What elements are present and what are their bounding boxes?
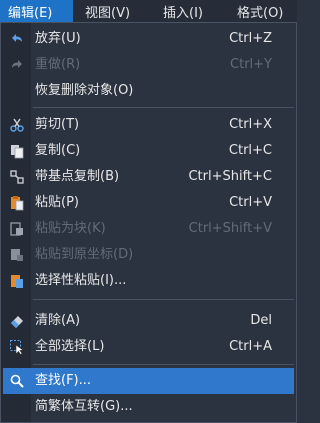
app-window: 编辑(E) 视图(V) 插入(I) 格式(O) 放弃(U) Ctrl+Z 重做(…	[0, 0, 297, 423]
menu-item-redo[interactable]: 重做(R) Ctrl+Y	[1, 52, 296, 78]
menu-edit[interactable]: 编辑(E)	[0, 0, 73, 22]
menu-item-copy[interactable]: 复制(C) Ctrl+C	[1, 138, 296, 164]
eraser-icon	[9, 313, 25, 329]
menu-view[interactable]: 视图(V)	[73, 0, 153, 22]
menu-item-undo[interactable]: 放弃(U) Ctrl+Z	[1, 26, 296, 52]
copy-icon	[9, 143, 25, 159]
edit-dropdown-menu: 放弃(U) Ctrl+Z 重做(R) Ctrl+Y 恢复删除对象(O) 剪切(T…	[0, 22, 297, 423]
menu-item-shortcut: Ctrl+Y	[230, 57, 272, 72]
paste-special-icon	[9, 273, 25, 289]
select-all-icon	[9, 339, 25, 355]
menu-item-shortcut: Ctrl+A	[229, 339, 272, 354]
menu-item-find[interactable]: 查找(F)...	[3, 368, 294, 394]
menu-item-label: 带基点复制(B)	[35, 169, 120, 184]
menu-item-label: 恢复删除对象(O)	[35, 83, 134, 98]
menu-item-cut[interactable]: 剪切(T) Ctrl+X	[1, 112, 296, 138]
menu-item-shortcut: Ctrl+Shift+V	[188, 221, 272, 236]
paste-icon	[9, 195, 25, 211]
menu-item-shortcut: Ctrl+C	[228, 143, 272, 158]
menu-item-shortcut: Ctrl+V	[229, 195, 272, 210]
redo-icon	[9, 57, 25, 73]
menu-item-label: 简繁体互转(G)...	[35, 399, 133, 414]
menu-item-simp-trad-convert[interactable]: 简繁体互转(G)...	[1, 394, 296, 420]
menu-item-paste-as-block[interactable]: 粘贴为块(K) Ctrl+Shift+V	[1, 216, 296, 242]
menu-item-paste-to-original-coords[interactable]: 粘贴到原坐标(D)	[1, 242, 296, 268]
menu-item-clear[interactable]: 清除(A) Del	[1, 308, 296, 334]
menu-item-label: 粘贴为块(K)	[35, 221, 106, 236]
menu-item-label: 剪切(T)	[35, 117, 80, 132]
menu-item-shortcut: Del	[250, 313, 272, 328]
menu-item-label: 复制(C)	[35, 143, 81, 158]
menu-item-paste-special[interactable]: 选择性粘贴(I)...	[1, 268, 296, 294]
copy-with-basepoint-icon	[9, 169, 25, 185]
menu-item-shortcut: Ctrl+X	[229, 117, 272, 132]
menu-item-restore-deleted[interactable]: 恢复删除对象(O)	[1, 78, 296, 104]
find-icon	[9, 373, 25, 389]
undo-icon	[9, 31, 25, 47]
menu-separator	[33, 107, 294, 108]
menu-separator	[33, 299, 294, 300]
menu-item-select-all[interactable]: 全部选择(L) Ctrl+A	[1, 334, 296, 360]
menu-item-label: 查找(F)...	[35, 373, 92, 388]
menu-item-label: 选择性粘贴(I)...	[35, 273, 127, 288]
menu-item-label: 清除(A)	[35, 313, 81, 328]
menu-item-label: 放弃(U)	[35, 31, 81, 46]
menu-item-shortcut: Ctrl+Z	[229, 31, 272, 46]
menu-item-paste[interactable]: 粘贴(P) Ctrl+V	[1, 190, 296, 216]
menu-item-label: 粘贴到原坐标(D)	[35, 247, 134, 262]
menu-item-shortcut: Ctrl+Shift+C	[188, 169, 272, 184]
menu-item-label: 全部选择(L)	[35, 339, 105, 354]
paste-as-block-icon	[9, 221, 25, 237]
menu-format[interactable]: 格式(O)	[233, 0, 297, 22]
menu-bar: 编辑(E) 视图(V) 插入(I) 格式(O)	[0, 0, 297, 22]
menu-item-label: 粘贴(P)	[35, 195, 79, 210]
menu-insert[interactable]: 插入(I)	[153, 0, 233, 22]
menu-item-label: 重做(R)	[35, 57, 81, 72]
menu-item-copy-with-basepoint[interactable]: 带基点复制(B) Ctrl+Shift+C	[1, 164, 296, 190]
paste-original-coords-icon	[9, 247, 25, 263]
scissors-icon	[9, 117, 25, 133]
menu-separator	[33, 364, 294, 365]
